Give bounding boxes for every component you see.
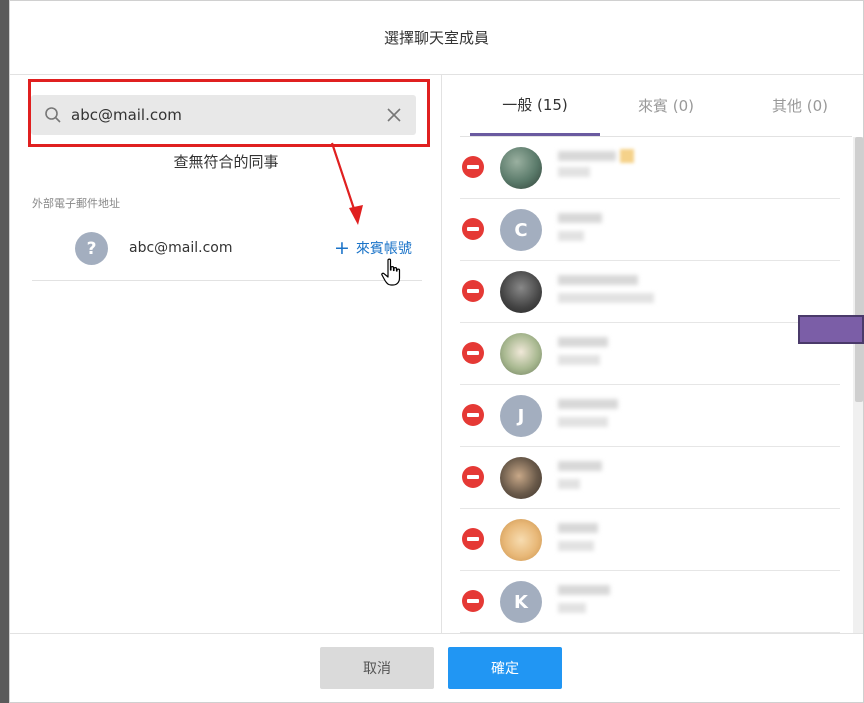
- search-box[interactable]: [31, 95, 416, 135]
- member-name-blurred: [558, 275, 638, 285]
- right-pane: 一般 (15) 來賓 (0) 其他 (0) C J K: [442, 75, 863, 633]
- confirm-button[interactable]: 確定: [448, 647, 562, 689]
- external-email-section-label: 外部電子郵件地址: [32, 197, 120, 210]
- blurred-emoji: [620, 149, 634, 163]
- member-name-blurred: [558, 337, 608, 347]
- member-avatar: [500, 147, 542, 189]
- member-avatar: C: [500, 209, 542, 251]
- member-avatar: [500, 457, 542, 499]
- member-list-scrollbar[interactable]: [853, 137, 863, 633]
- member-name-blurred: [558, 151, 616, 161]
- member-row: [460, 323, 840, 385]
- member-name-blurred: [558, 213, 602, 223]
- dialog-footer: 取消 確定: [10, 633, 863, 702]
- member-row: K: [460, 571, 840, 633]
- member-row: [460, 261, 840, 323]
- member-detail-blurred: [558, 541, 594, 551]
- search-input[interactable]: [71, 106, 378, 124]
- member-tabs: 一般 (15) 來賓 (0) 其他 (0): [460, 75, 852, 137]
- search-icon: [35, 106, 71, 124]
- member-name-blurred: [558, 523, 598, 533]
- remove-member-button[interactable]: [462, 218, 484, 240]
- member-avatar: K: [500, 581, 542, 623]
- unknown-user-avatar: ?: [75, 232, 108, 265]
- member-select-dialog: 選擇聊天室成員 查無符合的同事 外部電子郵件地址 ? abc@mail.co: [9, 0, 864, 703]
- member-row: J: [460, 385, 840, 447]
- purple-marker: [798, 315, 864, 344]
- member-detail-blurred: [558, 603, 586, 613]
- remove-member-button[interactable]: [462, 156, 484, 178]
- member-detail-blurred: [558, 231, 584, 241]
- plus-icon: +: [334, 236, 350, 259]
- member-name-blurred: [558, 461, 602, 471]
- member-avatar: [500, 333, 542, 375]
- cancel-button[interactable]: 取消: [320, 647, 434, 689]
- scrollbar-thumb[interactable]: [855, 137, 863, 402]
- add-guest-account-button[interactable]: + 來賓帳號: [334, 238, 412, 258]
- close-icon[interactable]: [378, 108, 410, 122]
- member-list: C J K: [442, 137, 862, 633]
- remove-member-button[interactable]: [462, 528, 484, 550]
- remove-member-button[interactable]: [462, 404, 484, 426]
- member-detail-blurred: [558, 479, 580, 489]
- add-guest-label: 來賓帳號: [355, 241, 412, 257]
- member-avatar: [500, 271, 542, 313]
- member-name-blurred: [558, 399, 618, 409]
- member-detail-blurred: [558, 417, 608, 427]
- left-pane: 查無符合的同事 外部電子郵件地址 ? abc@mail.com + 來賓帳號: [10, 75, 442, 633]
- member-row: [460, 137, 840, 199]
- member-row: C: [460, 199, 840, 261]
- remove-member-button[interactable]: [462, 590, 484, 612]
- tab-guest[interactable]: 來賓 (0): [610, 75, 722, 136]
- dialog-title: 選擇聊天室成員: [10, 1, 863, 75]
- member-row: [460, 509, 840, 571]
- member-avatar: J: [500, 395, 542, 437]
- member-row: [460, 447, 840, 509]
- external-email-address: abc@mail.com: [129, 240, 233, 256]
- member-avatar: [500, 519, 542, 561]
- external-email-row: ? abc@mail.com + 來賓帳號: [32, 225, 422, 281]
- remove-member-button[interactable]: [462, 466, 484, 488]
- remove-member-button[interactable]: [462, 280, 484, 302]
- member-detail-blurred: [558, 293, 654, 303]
- remove-member-button[interactable]: [462, 342, 484, 364]
- member-detail-blurred: [558, 167, 590, 177]
- member-name-blurred: [558, 585, 610, 595]
- tab-other[interactable]: 其他 (0): [748, 75, 852, 136]
- tab-general[interactable]: 一般 (15): [470, 75, 600, 136]
- no-match-message: 查無符合的同事: [173, 153, 279, 171]
- member-detail-blurred: [558, 355, 600, 365]
